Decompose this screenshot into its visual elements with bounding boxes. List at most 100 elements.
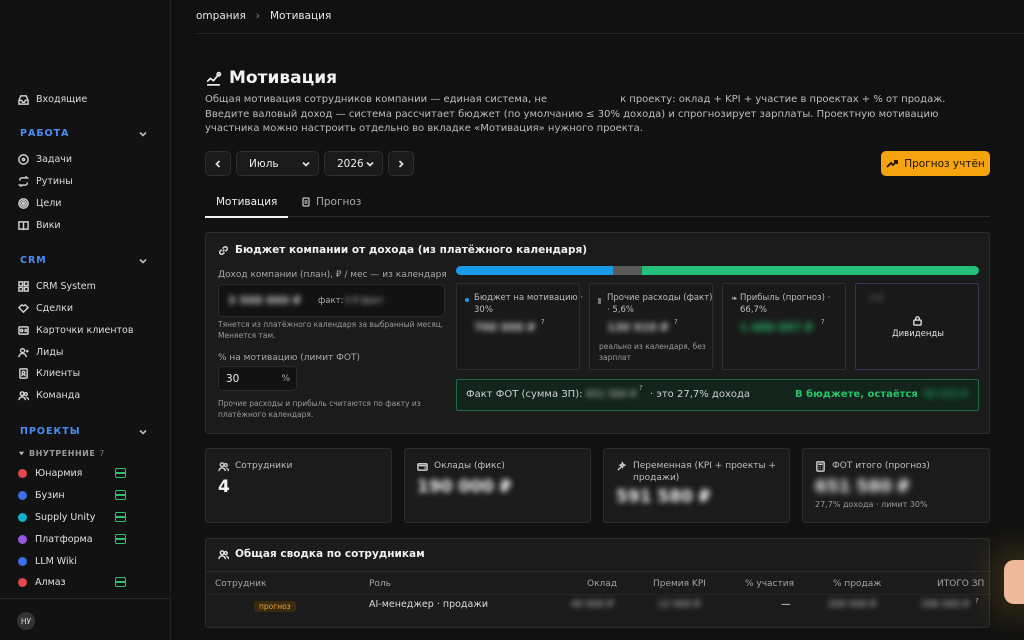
forecast-button[interactable]: Прогноз учтён (881, 151, 990, 176)
breadcrumb: ompания › Мотивация (196, 10, 331, 22)
prev-month-button[interactable] (205, 151, 231, 176)
avatar[interactable]: НУ (17, 612, 35, 630)
book-icon (18, 220, 29, 230)
chevron-down-icon (139, 131, 147, 137)
project-item[interactable]: LLM Wiki (18, 552, 126, 570)
table-header-employee[interactable]: Сотрудник (215, 579, 266, 589)
table-header-total[interactable]: ИТОГО ЗП (937, 579, 984, 589)
sidebar-item-routines[interactable]: Рутины (18, 172, 73, 190)
tabs: Мотивация Прогноз (204, 190, 990, 218)
sidebar-item-team[interactable]: Команда (18, 386, 80, 404)
server-icon (115, 534, 126, 544)
link-icon (219, 245, 228, 255)
tile-motivation-budget: Бюджет на мотивацию · 30% 700 000 ₽ ? (456, 283, 583, 370)
sidebar-item-tasks[interactable]: Задачи (18, 150, 72, 168)
sidebar-item-inbox[interactable]: Входящие (18, 90, 87, 108)
server-icon (115, 577, 126, 587)
project-color-dot (18, 556, 27, 566)
id-card-icon (18, 325, 29, 335)
repeat-icon (18, 175, 29, 187)
motivation-icon (206, 71, 222, 86)
topbar: ompания › Мотивация (196, 0, 1024, 34)
table-header-kpi[interactable]: Премия KPI (653, 579, 706, 589)
sparkle-icon (617, 461, 627, 471)
projects-group-internal[interactable]: ВНУТРЕННИЕ 7 (18, 449, 105, 458)
tab-forecast[interactable]: Прогноз (301, 196, 361, 208)
project-item[interactable]: Supply Unity (18, 508, 126, 526)
sidebar-item-goals[interactable]: Цели (18, 194, 61, 212)
sidebar-item-wiki[interactable]: Вики (18, 216, 61, 234)
users-icon (18, 390, 29, 400)
sidebar-section-work[interactable]: РАБОТА (20, 128, 148, 139)
summary-title: Общая сводка по сотрудникам (218, 548, 425, 560)
project-item[interactable]: Алмаз (18, 573, 126, 591)
year-select[interactable]: 2026 (324, 151, 383, 176)
task-circle-icon (18, 153, 29, 165)
calculator-icon (816, 461, 825, 472)
stat-fot-total: ФОТ итого (прогноз) 651 580 ₽ 27,7% дохо… (802, 448, 990, 523)
target-icon (18, 197, 29, 209)
dividends-label: Дивиденды (892, 329, 944, 339)
sidebar-section-crm[interactable]: CRM (20, 255, 148, 266)
month-select[interactable]: Июль (236, 151, 319, 176)
sidebar-item-crm-system[interactable]: CRM System (18, 277, 96, 295)
sidebar-section-projects[interactable]: ПРОЕКТЫ (20, 426, 148, 437)
server-icon (115, 490, 126, 500)
breadcrumb-current: Мотивация (269, 10, 332, 22)
table-header-role[interactable]: Роль (369, 579, 391, 589)
description-gap (547, 93, 620, 108)
status-badge: прогноз (254, 601, 296, 612)
project-item[interactable]: Юнармия (18, 464, 126, 482)
tile-marker-dot (465, 298, 469, 302)
dividends-value: 0 ₽ (870, 294, 883, 303)
sidebar-item-client-cards[interactable]: Карточки клиентов (18, 321, 133, 339)
table-header-participation[interactable]: % участия (745, 579, 794, 589)
budget-card-title: Бюджет компании от дохода (из платёжного… (218, 244, 587, 256)
breadcrumb-separator-icon: › (255, 10, 260, 22)
sidebar-divider (0, 598, 171, 599)
chevron-down-icon (139, 258, 147, 264)
tile-marker-icon (598, 298, 601, 304)
summary-card: Общая сводка по сотрудникам Сотрудник Ро… (205, 538, 991, 628)
income-field[interactable]: 3 500 000 ₽ факт: 0 ₽ факт (218, 284, 445, 317)
server-icon (115, 468, 126, 478)
chevron-down-icon (302, 161, 310, 167)
sidebar-item-leads[interactable]: Лиды (18, 343, 63, 361)
budget-distribution-bar (456, 266, 979, 275)
income-hint: Тянется из платёжного календаря за выбра… (218, 320, 444, 340)
table-header-sales[interactable]: % продаж (833, 579, 881, 589)
project-item[interactable]: Бузин (18, 486, 126, 504)
document-icon (302, 197, 310, 207)
users-icon (218, 549, 229, 559)
help-icon[interactable]: ? (975, 597, 979, 605)
budget-card: Бюджет компании от дохода (из платёжного… (205, 232, 990, 434)
stat-salaries: Оклады (фикс) 190 000 ₽ (404, 448, 591, 523)
next-month-button[interactable] (388, 151, 414, 176)
tab-motivation[interactable]: Мотивация (204, 196, 289, 218)
table-header-salary[interactable]: Оклад (587, 579, 617, 589)
help-icon[interactable]: ? (639, 384, 643, 392)
chevron-down-icon (366, 161, 374, 167)
help-icon[interactable]: ? (821, 318, 825, 326)
table-divider (206, 571, 991, 572)
help-icon[interactable]: ? (541, 318, 545, 326)
floating-hand-widget[interactable] (1004, 560, 1024, 604)
page-description: Общая мотивация сотрудников компании — е… (205, 93, 946, 134)
help-icon[interactable]: ? (674, 318, 678, 326)
page-title: Мотивация (205, 68, 337, 88)
wallet-icon (417, 463, 428, 471)
tile-other-expenses: Прочие расходы (факт) · 5,6% 130 910 ₽ ?… (589, 283, 713, 370)
project-color-dot (18, 577, 27, 587)
project-item[interactable]: Платформа (18, 530, 126, 548)
grid-icon (18, 280, 29, 292)
sidebar-item-deals[interactable]: Сделки (18, 299, 73, 317)
tile-dividends[interactable]: 0 ₽ Дивиденды (855, 283, 979, 370)
income-fact-value: 0 ₽ факт (345, 296, 384, 306)
sidebar: Входящие РАБОТА Задачи Рутины Цели Вики … (0, 0, 171, 640)
percent-input[interactable]: 30 % (218, 366, 297, 391)
sidebar-item-clients[interactable]: Клиенты (18, 364, 80, 382)
project-color-dot (18, 534, 27, 544)
breadcrumb-parent[interactable]: ompания (196, 10, 246, 22)
project-color-dot (18, 512, 27, 522)
budget-bar-segment-2 (642, 266, 979, 275)
